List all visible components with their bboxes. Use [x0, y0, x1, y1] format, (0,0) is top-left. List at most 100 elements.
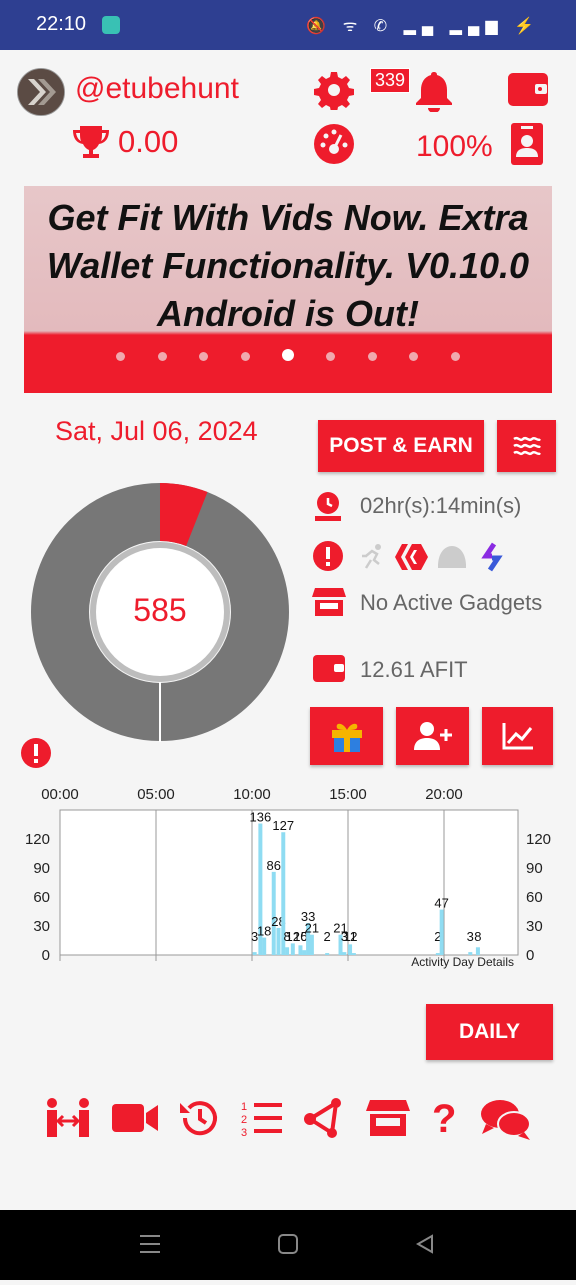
username[interactable]: @etubehunt — [75, 72, 239, 106]
daily-button[interactable]: DAILY — [426, 1004, 553, 1060]
activity-score: 585 — [133, 592, 187, 628]
chart-data-label: 3 — [467, 929, 474, 944]
activity-donut[interactable]: 585 — [30, 482, 290, 747]
history-icon[interactable] — [178, 1097, 220, 1144]
chart-data-label: 127 — [272, 818, 294, 833]
blurt-icon[interactable] — [480, 542, 504, 577]
chart-bar — [262, 937, 267, 955]
chart-data-label: 21 — [305, 921, 319, 936]
add-user-icon — [413, 722, 452, 750]
store-icon — [312, 586, 346, 623]
chart-bar — [276, 927, 281, 955]
chart-bar — [302, 950, 307, 955]
shop-icon[interactable] — [366, 1098, 410, 1143]
bell-icon[interactable] — [414, 70, 454, 112]
activity-chart-svg: 00:00 05:00 10:00 15:00 20:00 0 0 30 30 60 60 90 90 1… — [25, 786, 551, 969]
dashboard-icon[interactable] — [313, 123, 355, 165]
chart-y-tick-label-left: 120 — [25, 831, 50, 848]
stats-button[interactable] — [482, 707, 553, 765]
chart-data-label: 8 — [474, 929, 481, 944]
back-button[interactable] — [415, 1234, 433, 1254]
exchange-icon[interactable] — [44, 1097, 92, 1144]
menu-button[interactable] — [497, 420, 556, 472]
chart-data-label: 136 — [250, 810, 272, 825]
chart-bar — [290, 943, 295, 955]
chart-y-tick-label-left: 0 — [42, 947, 50, 964]
recent-apps-button[interactable] — [140, 1235, 160, 1253]
add-user-button[interactable] — [396, 707, 469, 765]
banner-dot[interactable] — [199, 352, 209, 361]
banner-dot[interactable] — [326, 352, 336, 361]
chart-x-tick-label: 10:00 — [233, 786, 271, 803]
chart-y-tick-label-left: 90 — [33, 860, 50, 877]
status-bar: 22:10 🔕 ᯤ ✆ ▂▄ ▂▄▆ ⚡ — [0, 0, 576, 50]
home-button[interactable] — [278, 1234, 298, 1254]
chart-bar — [439, 909, 444, 955]
banner-dot[interactable] — [409, 352, 419, 361]
chart-y-tick-label-right: 120 — [526, 831, 551, 848]
gift-icon — [331, 723, 362, 752]
chart-data-label: 18 — [257, 924, 271, 939]
chart-annotation: Activity Day Details — [411, 955, 514, 969]
runner-icon[interactable] — [358, 542, 388, 577]
post-earn-button[interactable]: POST & EARN — [318, 420, 484, 472]
app-notification-icon — [102, 16, 120, 34]
status-icons: 🔕 ᯤ ✆ ▂▄ ▂▄▆ ⚡ — [306, 18, 540, 35]
banner-dot[interactable] — [367, 352, 377, 361]
chart-y-tick-label-left: 60 — [33, 889, 50, 906]
activity-date[interactable]: Sat, Jul 06, 2024 — [55, 416, 258, 447]
banner-dot[interactable] — [157, 352, 167, 361]
banner-dot[interactable] — [116, 352, 126, 361]
chart-y-tick-label-left: 30 — [33, 918, 50, 935]
chart-bar — [351, 953, 356, 955]
chat-icon[interactable] — [480, 1098, 532, 1145]
banner-title: Get Fit With Vids Now. Extra Wallet Func… — [46, 197, 530, 334]
hive-icon[interactable] — [393, 541, 429, 578]
chart-data-label: 47 — [434, 896, 448, 911]
help-icon[interactable]: ? — [432, 1097, 456, 1142]
chart-bar — [298, 945, 303, 955]
avatar[interactable] — [17, 68, 65, 116]
chart-y-tick-label-right: 30 — [526, 918, 543, 935]
chart-x-tick-label: 05:00 — [137, 786, 175, 803]
notification-count-badge: 339 — [370, 68, 411, 93]
chart-bar — [348, 944, 353, 955]
svg-text:2: 2 — [241, 1114, 247, 1126]
chart-x-tick-label: 15:00 — [329, 786, 367, 803]
alert-icon[interactable] — [20, 737, 52, 774]
chart-bar — [342, 952, 347, 955]
time-active: 02hr(s):14min(s) — [360, 493, 522, 518]
afit-balance: 12.61 AFIT — [360, 657, 468, 682]
warning-icon[interactable] — [312, 540, 344, 577]
ordered-list-icon[interactable]: 123 — [240, 1098, 284, 1143]
chart-bar — [309, 934, 314, 955]
timer-icon — [312, 490, 344, 527]
updates-banner[interactable]: Get Fit With Vids Now. Extra Wallet Func… — [24, 186, 552, 393]
percent-value: 100% — [416, 130, 493, 163]
banner-dot[interactable] — [450, 352, 460, 361]
waves-icon — [512, 436, 541, 456]
svg-text:1: 1 — [241, 1101, 247, 1113]
gift-button[interactable] — [310, 707, 383, 765]
chart-y-tick-label-right: 90 — [526, 860, 543, 877]
helmet-icon[interactable] — [436, 544, 468, 575]
balance-value: 0.00 — [118, 124, 179, 159]
gear-icon[interactable] — [314, 70, 354, 110]
banner-dot-active[interactable] — [282, 349, 294, 361]
banner-pagination[interactable] — [24, 348, 552, 366]
wallet-icon[interactable] — [507, 70, 549, 108]
chart-x-tick-label: 20:00 — [425, 786, 463, 803]
chart-y-tick-label-right: 0 — [526, 947, 534, 964]
activity-chart[interactable]: 00:00 05:00 10:00 15:00 20:00 0 0 30 30 60 60 90 90 1… — [0, 780, 576, 970]
line-chart-icon — [502, 723, 533, 750]
chart-y-tick-label-right: 60 — [526, 889, 543, 906]
chart-data-label: 2 — [350, 929, 357, 944]
share-icon[interactable] — [302, 1097, 344, 1144]
video-icon[interactable] — [111, 1101, 159, 1140]
id-card-icon[interactable] — [511, 123, 543, 165]
banner-dot[interactable] — [240, 352, 250, 361]
chart-bar — [325, 953, 330, 955]
trophy-icon — [72, 124, 110, 160]
status-time: 22:10 — [36, 13, 87, 35]
chart-data-label: 86 — [266, 858, 280, 873]
